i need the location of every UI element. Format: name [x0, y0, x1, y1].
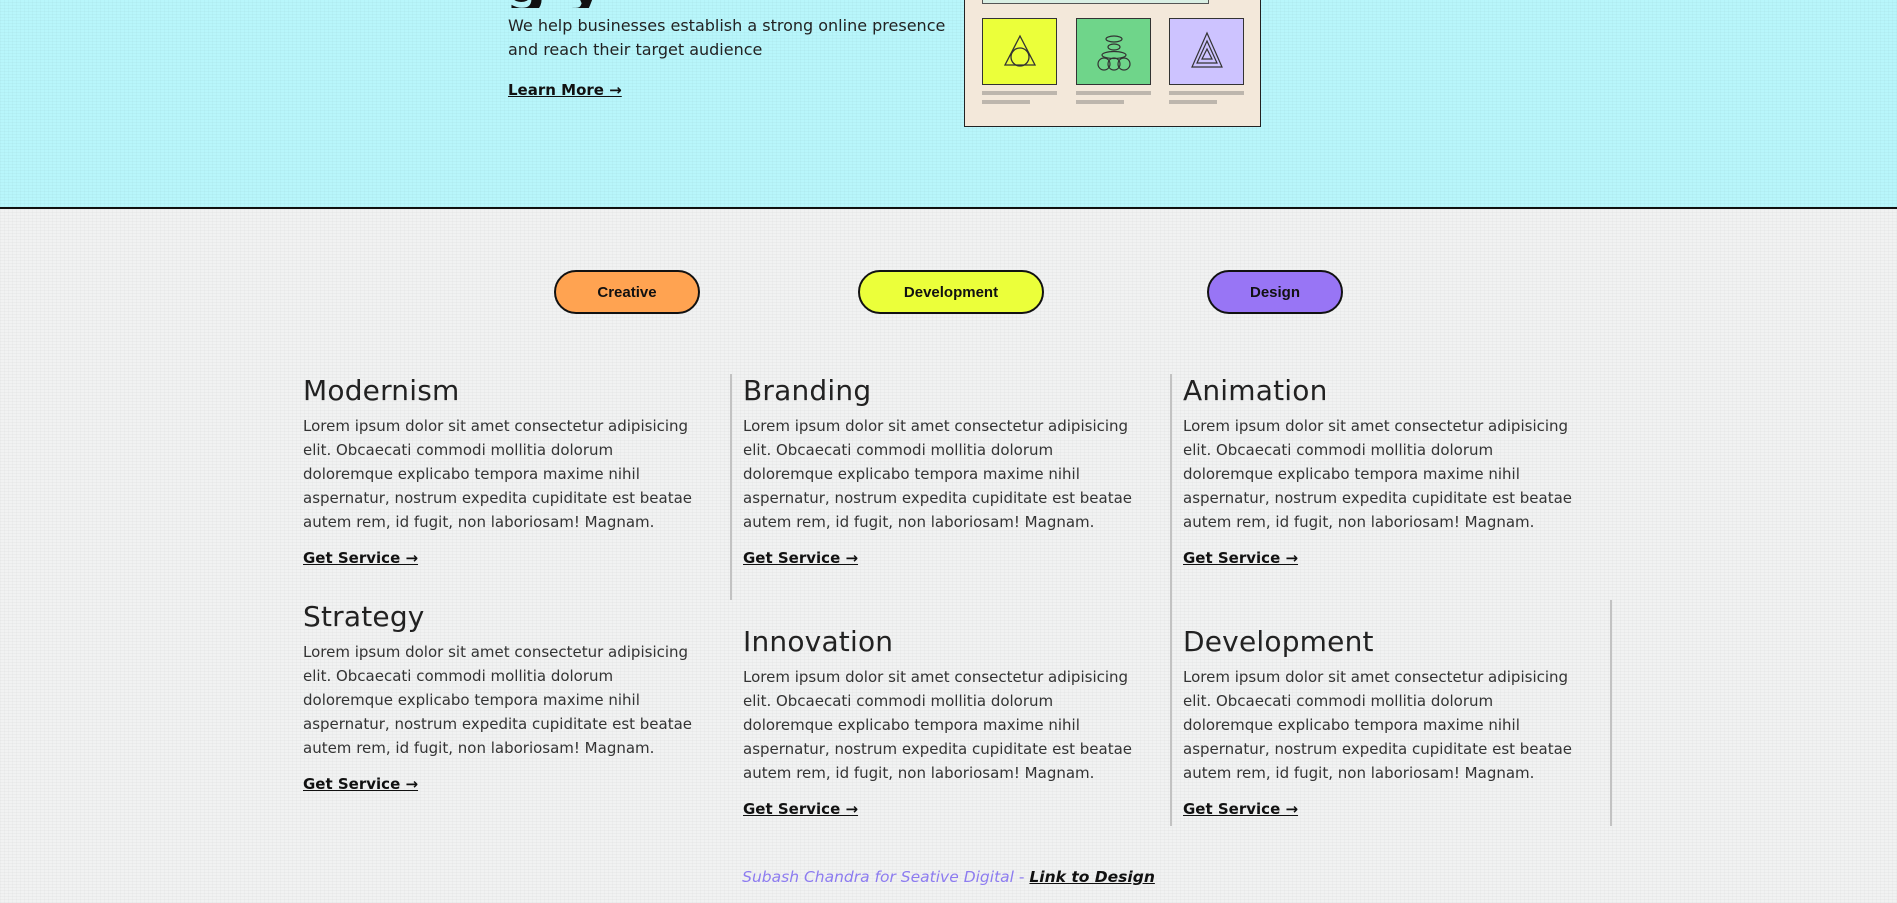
- category-pill-design[interactable]: Design: [1207, 270, 1343, 314]
- service-title: Branding: [743, 374, 872, 407]
- get-service-link[interactable]: Get Service →: [1183, 800, 1298, 818]
- hero-subtitle: We help businesses establish a strong on…: [508, 16, 946, 59]
- service-card-strategy: Strategy Lorem ipsum dolor sit amet cons…: [303, 600, 703, 793]
- category-pill-development[interactable]: Development: [858, 270, 1044, 314]
- service-description: Lorem ipsum dolor sit amet consectetur a…: [743, 668, 1133, 782]
- get-service-link[interactable]: Get Service →: [303, 549, 418, 567]
- illustration-card-green: [1076, 18, 1151, 85]
- service-description: Lorem ipsum dolor sit amet consectetur a…: [1183, 668, 1573, 782]
- service-card-development: Development Lorem ipsum dolor sit amet c…: [1183, 625, 1583, 818]
- column-divider: [730, 374, 732, 600]
- column-divider: [1170, 374, 1172, 826]
- link-to-design[interactable]: Link to Design: [1029, 868, 1154, 886]
- triangle-circle-icon: [1003, 34, 1037, 67]
- service-title: Strategy: [303, 600, 425, 633]
- illustration-bar: [982, 91, 1057, 95]
- service-card-branding: Branding Lorem ipsum dolor sit amet cons…: [743, 374, 1143, 567]
- illustration-bar: [982, 100, 1030, 104]
- service-title: Innovation: [743, 625, 894, 658]
- service-card-modernism: Modernism Lorem ipsum dolor sit amet con…: [303, 374, 703, 567]
- nested-triangles-icon: [1191, 31, 1223, 68]
- hero-illustration: [964, 0, 1261, 127]
- illustration-bar: [1169, 100, 1217, 104]
- illustration-bar: [1076, 91, 1151, 95]
- get-service-link[interactable]: Get Service →: [303, 775, 418, 793]
- hero-title: g y: [505, 0, 725, 8]
- category-pill-creative[interactable]: Creative: [554, 270, 700, 314]
- illustration-bar: [1169, 91, 1244, 95]
- learn-more-link[interactable]: Learn More →: [508, 81, 622, 99]
- illustration-card-purple: [1169, 18, 1244, 85]
- get-service-link[interactable]: Get Service →: [743, 549, 858, 567]
- service-description: Lorem ipsum dolor sit amet consectetur a…: [1183, 417, 1573, 531]
- service-title: Development: [1183, 625, 1374, 658]
- get-service-link[interactable]: Get Service →: [743, 800, 858, 818]
- illustration-bar: [1076, 100, 1124, 104]
- service-description: Lorem ipsum dolor sit amet consectetur a…: [743, 417, 1133, 531]
- hero-section: g y We help businesses establish a stron…: [0, 0, 1897, 209]
- service-title: Modernism: [303, 374, 460, 407]
- service-description: Lorem ipsum dolor sit amet consectetur a…: [303, 417, 693, 531]
- service-title: Animation: [1183, 374, 1328, 407]
- footer: Subash Chandra for Seative Digital - Lin…: [0, 868, 1897, 886]
- service-description: Lorem ipsum dolor sit amet consectetur a…: [303, 643, 693, 757]
- illustration-topbar: [982, 0, 1209, 4]
- service-card-animation: Animation Lorem ipsum dolor sit amet con…: [1183, 374, 1583, 567]
- get-service-link[interactable]: Get Service →: [1183, 549, 1298, 567]
- service-card-innovation: Innovation Lorem ipsum dolor sit amet co…: [743, 625, 1143, 818]
- stacked-ovals-icon: [1097, 35, 1131, 71]
- footer-credit: Subash Chandra for Seative Digital: [742, 868, 1014, 886]
- footer-separator: -: [1013, 868, 1030, 886]
- illustration-card-yellow: [982, 18, 1057, 85]
- column-divider: [1610, 600, 1612, 826]
